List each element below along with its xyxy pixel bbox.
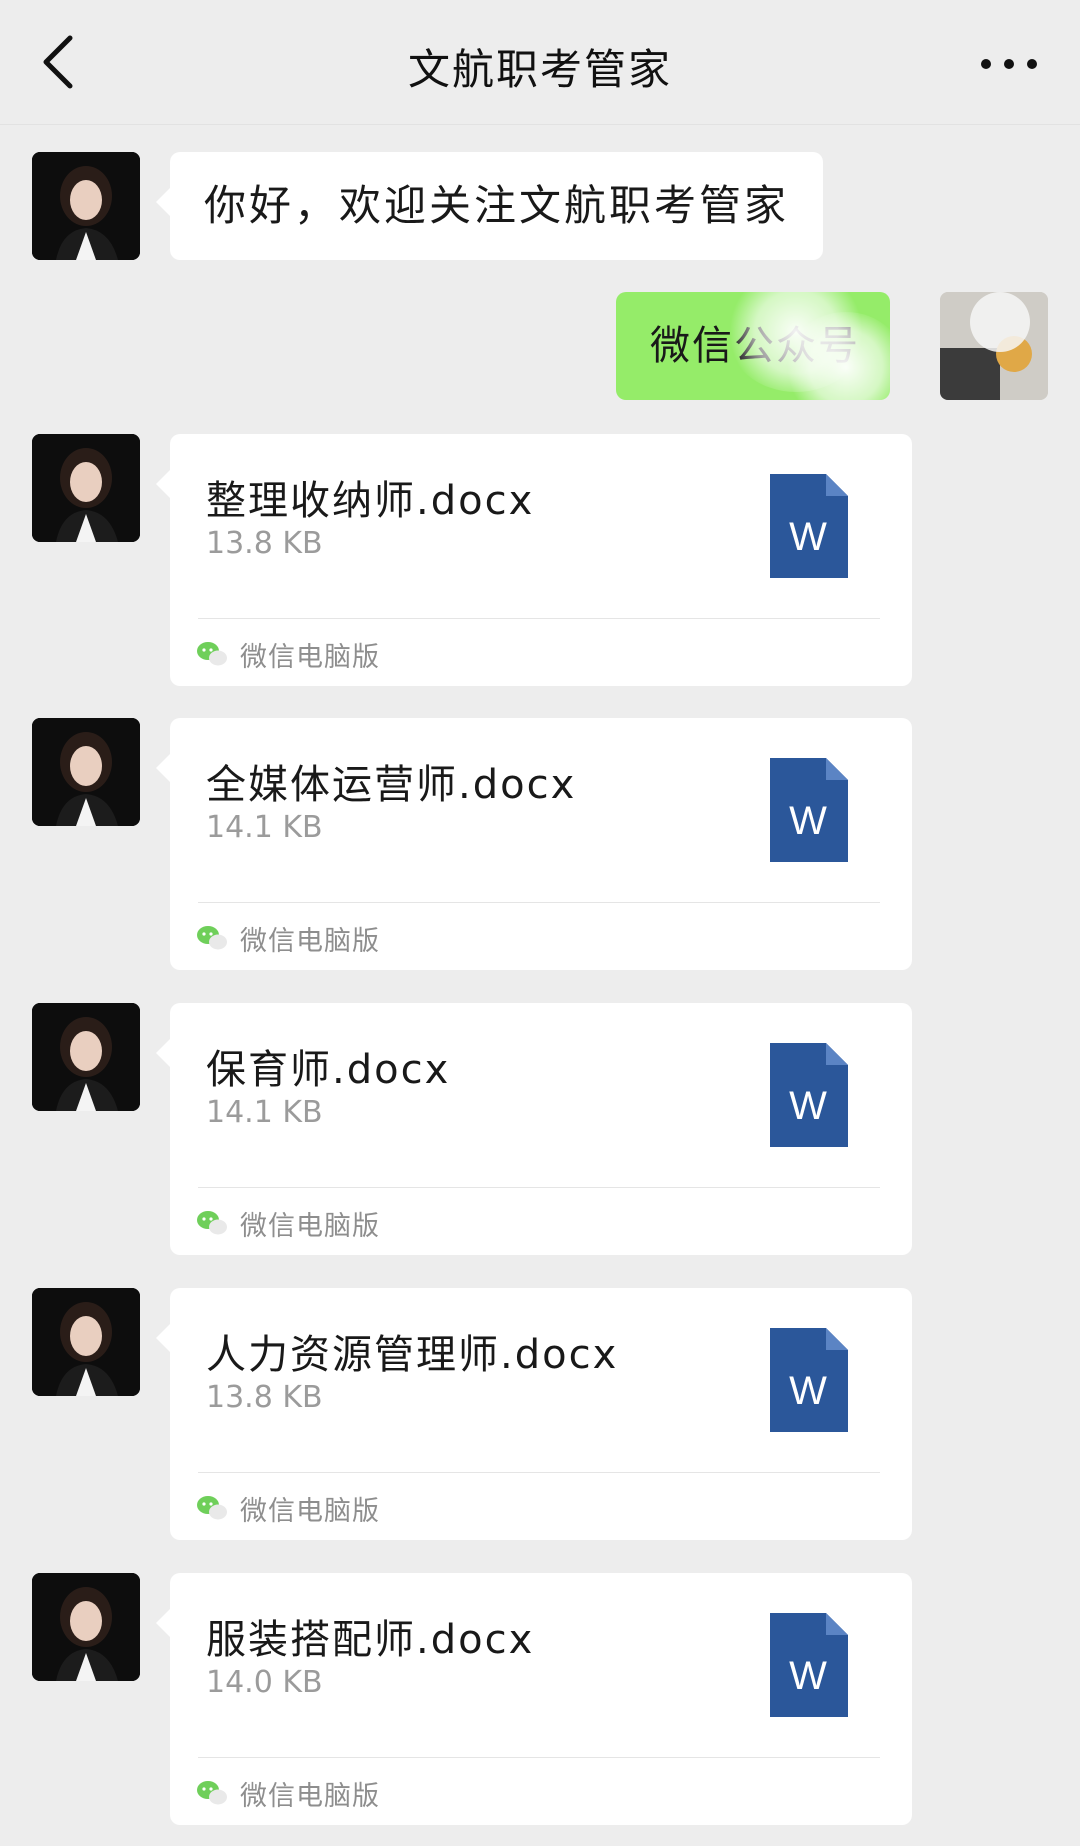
file-name: 服装搭配师.docx <box>206 1617 535 1663</box>
file-size: 13.8 KB <box>206 526 323 561</box>
file-name: 全媒体运营师.docx <box>206 762 577 808</box>
chat-title: 文航职考管家 <box>407 45 672 94</box>
file-source: 微信电脑版 <box>196 636 380 673</box>
chat-page: 文航职考管家 你好，欢迎关注文航职考管家 微信公众号 整理收纳师.docx 13… <box>0 0 1080 1846</box>
more-dots-icon <box>981 59 1037 69</box>
person-photo-icon <box>32 1003 140 1111</box>
file-message-card[interactable]: 人力资源管理师.docx 13.8 KB W 微信电脑版 <box>156 1288 912 1540</box>
file-icon-letter: W <box>789 799 827 843</box>
file-source: 微信电脑版 <box>196 1205 380 1242</box>
file-source-label: 微信电脑版 <box>240 925 380 957</box>
chat-header: 文航职考管家 <box>0 0 1080 125</box>
file-size: 14.1 KB <box>206 810 323 845</box>
file-source: 微信电脑版 <box>196 1775 380 1812</box>
avatar[interactable] <box>32 1573 140 1681</box>
user-photo-icon <box>940 292 1048 400</box>
wechat-icon <box>197 1211 227 1235</box>
file-source-label: 微信电脑版 <box>240 1210 380 1242</box>
wechat-icon <box>197 1496 227 1520</box>
sent-message-text: 微信公众号 <box>650 323 860 369</box>
avatar[interactable] <box>32 1003 140 1111</box>
file-icon-letter: W <box>789 1084 827 1128</box>
sent-message-bubble[interactable]: 微信公众号 <box>616 292 890 400</box>
file-message-card[interactable]: 整理收纳师.docx 13.8 KB W 微信电脑版 <box>156 434 912 686</box>
file-icon-letter: W <box>789 1369 827 1413</box>
file-size: 14.0 KB <box>206 1665 323 1700</box>
divider <box>198 618 880 619</box>
file-message-card[interactable]: 服装搭配师.docx 14.0 KB W 微信电脑版 <box>156 1573 912 1825</box>
word-document-icon: W <box>770 1613 848 1717</box>
avatar[interactable] <box>32 152 140 260</box>
file-source-label: 微信电脑版 <box>240 1780 380 1812</box>
greeting-message-bubble[interactable]: 你好，欢迎关注文航职考管家 <box>155 152 824 260</box>
file-source: 微信电脑版 <box>196 920 380 957</box>
greeting-message-text: 你好，欢迎关注文航职考管家 <box>204 181 790 230</box>
avatar[interactable] <box>32 718 140 826</box>
word-document-icon: W <box>770 758 848 862</box>
divider <box>198 1472 880 1473</box>
person-photo-icon <box>32 1573 140 1681</box>
file-source-label: 微信电脑版 <box>240 641 380 673</box>
file-name: 整理收纳师.docx <box>206 478 535 524</box>
person-photo-icon <box>32 718 140 826</box>
divider <box>198 902 880 903</box>
file-name: 保育师.docx <box>206 1047 451 1093</box>
person-photo-icon <box>32 434 140 542</box>
wechat-icon <box>197 926 227 950</box>
avatar[interactable] <box>32 434 140 542</box>
file-source-label: 微信电脑版 <box>240 1495 380 1527</box>
word-document-icon: W <box>770 1328 848 1432</box>
wechat-icon <box>197 642 227 666</box>
wechat-icon <box>197 1781 227 1805</box>
file-message-card[interactable]: 保育师.docx 14.1 KB W 微信电脑版 <box>156 1003 912 1255</box>
file-icon-letter: W <box>789 515 827 559</box>
divider <box>198 1187 880 1188</box>
more-button[interactable] <box>974 44 1044 84</box>
file-size: 14.1 KB <box>206 1095 323 1130</box>
file-icon-letter: W <box>789 1654 827 1698</box>
file-source: 微信电脑版 <box>196 1490 380 1527</box>
person-photo-icon <box>32 152 140 260</box>
self-avatar[interactable] <box>940 292 1048 400</box>
person-photo-icon <box>32 1288 140 1396</box>
avatar[interactable] <box>32 1288 140 1396</box>
file-size: 13.8 KB <box>206 1380 323 1415</box>
word-document-icon: W <box>770 474 848 578</box>
word-document-icon: W <box>770 1043 848 1147</box>
divider <box>198 1757 880 1758</box>
file-message-card[interactable]: 全媒体运营师.docx 14.1 KB W 微信电脑版 <box>156 718 912 970</box>
file-name: 人力资源管理师.docx <box>206 1332 619 1378</box>
